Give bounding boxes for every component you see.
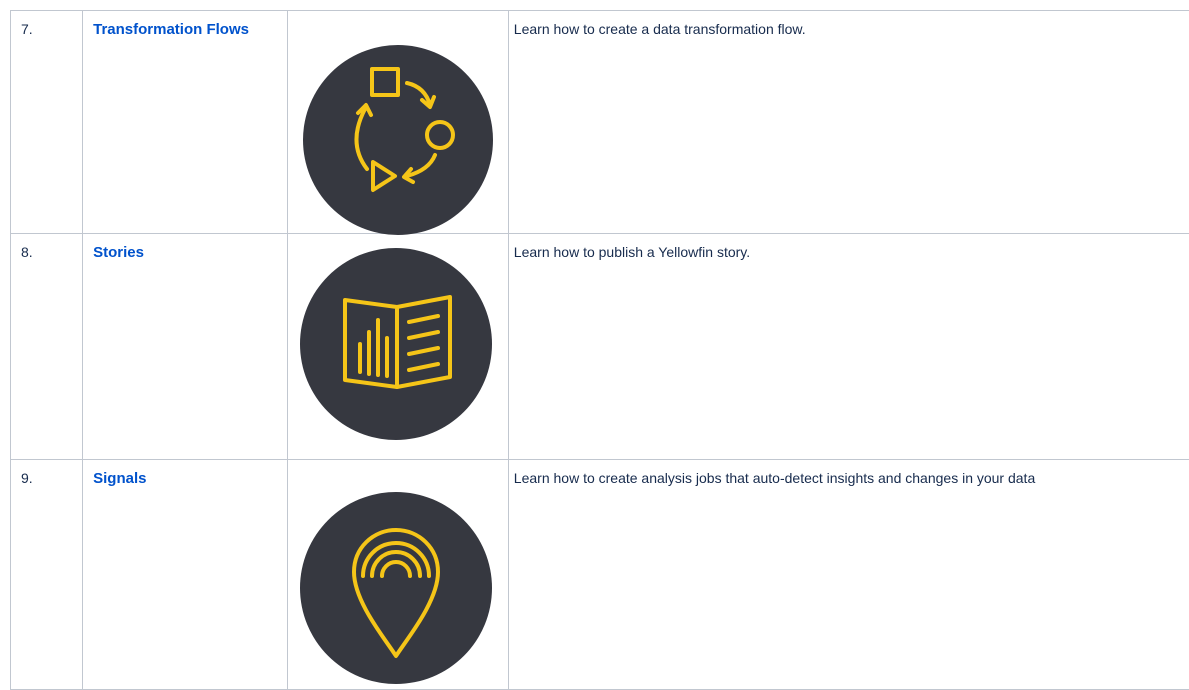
row-description: Learn how to create analysis jobs that a… xyxy=(514,470,1035,486)
row-title-cell: Transformation Flows xyxy=(83,11,288,234)
transformation-flows-link[interactable]: Transformation Flows xyxy=(93,21,249,38)
story-book-icon xyxy=(298,246,494,445)
row-number: 9. xyxy=(21,470,33,486)
stories-link[interactable]: Stories xyxy=(93,244,144,261)
transformation-flow-icon xyxy=(303,45,493,238)
row-number-cell: 7. xyxy=(11,11,83,234)
signals-link[interactable]: Signals xyxy=(93,470,146,487)
row-description-cell: Learn how to publish a Yellowfin story. xyxy=(508,234,1189,460)
row-description-cell: Learn how to create analysis jobs that a… xyxy=(508,460,1189,690)
tutorials-table: 7. Transformation Flows xyxy=(10,10,1189,690)
row-title-cell: Signals xyxy=(83,460,288,690)
row-number-cell: 8. xyxy=(11,234,83,460)
row-number: 8. xyxy=(21,244,33,260)
table-row: 8. Stories xyxy=(11,234,1189,460)
row-icon-cell xyxy=(288,460,508,690)
row-description: Learn how to create a data transformatio… xyxy=(514,21,806,37)
row-icon-cell xyxy=(288,234,508,460)
row-icon-cell xyxy=(288,11,508,234)
row-title-cell: Stories xyxy=(83,234,288,460)
table-row: 9. Signals Lear xyxy=(11,460,1189,690)
signal-pin-icon xyxy=(298,490,494,689)
row-number: 7. xyxy=(21,21,33,37)
table-row: 7. Transformation Flows xyxy=(11,11,1189,234)
row-description: Learn how to publish a Yellowfin story. xyxy=(514,244,750,260)
row-number-cell: 9. xyxy=(11,460,83,690)
row-description-cell: Learn how to create a data transformatio… xyxy=(508,11,1189,234)
